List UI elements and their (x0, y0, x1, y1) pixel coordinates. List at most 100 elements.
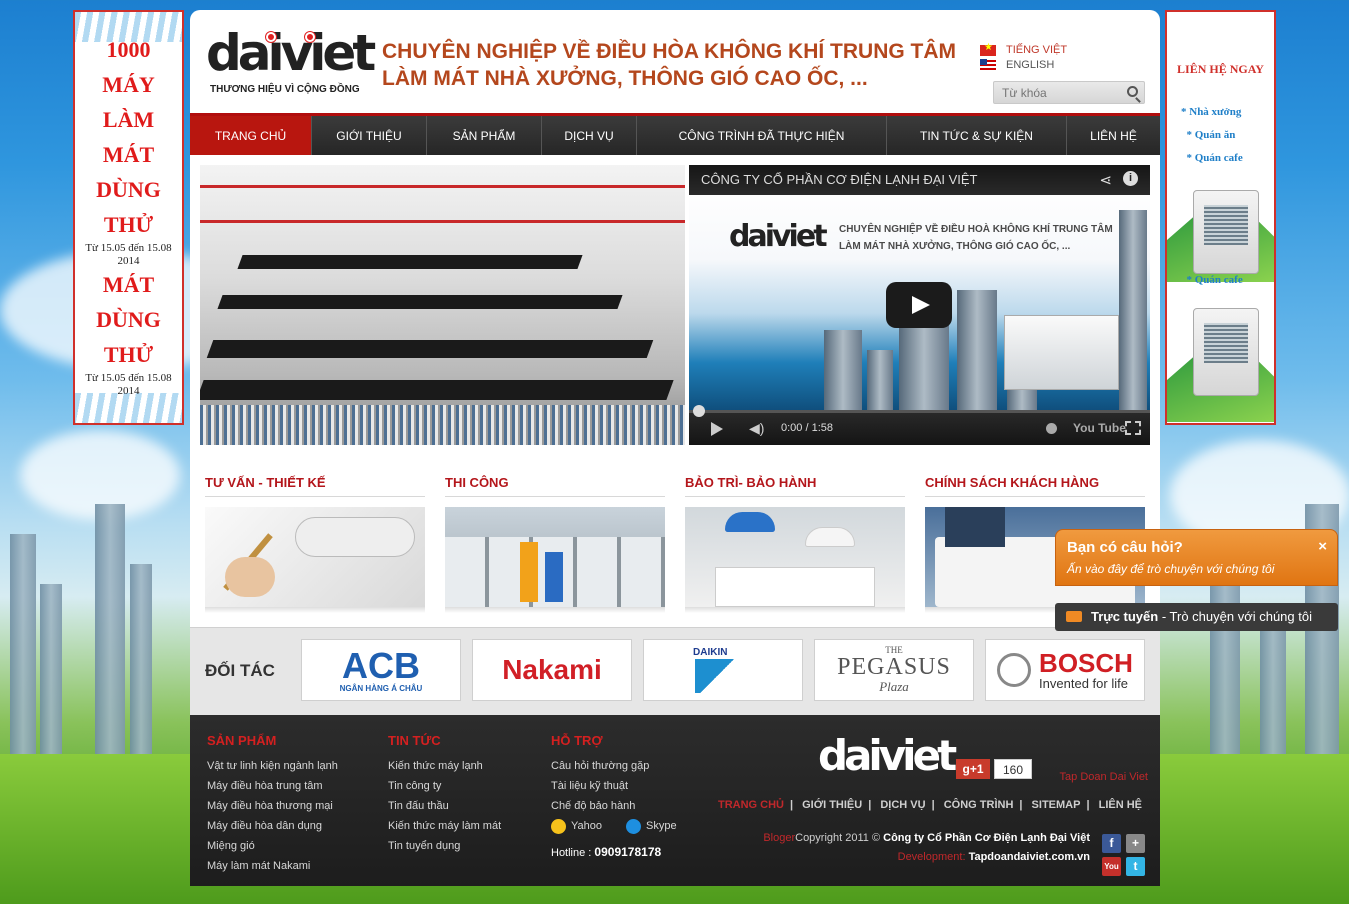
dev-site[interactable]: Tapdoandaiviet.com.vn (969, 851, 1090, 863)
lang-vietnamese[interactable]: TIẾNG VIỆT (980, 42, 1067, 56)
promo-date: Từ 15.05 đến 15.08 2014 (85, 372, 172, 397)
contact-banner-right[interactable]: LIÊN HỆ NGAY * Nhà xưởng * Quán ăn * Quá… (1165, 10, 1276, 425)
partner-bosch[interactable]: BOSCH Invented for life (985, 639, 1145, 701)
clock-icon[interactable] (1046, 423, 1057, 434)
nav-services[interactable]: DỊCH VỤ (542, 116, 637, 155)
footer-link[interactable]: Kiến thức máy làm mát (388, 816, 501, 836)
play-small-icon[interactable] (711, 422, 723, 436)
footer-logo[interactable]: daiviet (818, 731, 957, 780)
play-button[interactable] (886, 282, 952, 328)
service-maintenance[interactable]: BẢO TRÌ- BẢO HÀNH (685, 475, 905, 613)
image-shadow (685, 607, 905, 613)
partner-daikin[interactable]: DAIKIN (643, 639, 803, 701)
close-icon[interactable]: × (1318, 538, 1327, 555)
footer-link[interactable]: Câu hỏi thường gặp (551, 756, 677, 776)
volume-icon[interactable]: ◀) (749, 420, 764, 437)
bosch-emblem-icon (997, 653, 1032, 687)
nav-projects[interactable]: CÔNG TRÌNH ĐÃ THỰC HIỆN (637, 116, 887, 155)
video-title-bar: CÔNG TY CỔ PHẦN CƠ ĐIỆN LẠNH ĐẠI VIỆT ⋖ … (689, 165, 1150, 195)
skype-link[interactable]: Skype (646, 816, 677, 836)
footer-nav-projects[interactable]: CÔNG TRÌNH (938, 799, 1020, 811)
footer-link[interactable]: Vật tư linh kiện ngành lạnh (207, 756, 338, 776)
footer-link[interactable]: Máy điều hòa thương mại (207, 796, 338, 816)
development-credit: Development: Tapdoandaiviet.com.vn (898, 851, 1090, 863)
footer-link[interactable]: Tin tuyển dụng (388, 836, 501, 856)
skype-icon[interactable] (626, 818, 641, 834)
footer-link[interactable]: Miệng gió (207, 836, 338, 856)
nav-contact[interactable]: LIÊN HỆ (1067, 116, 1160, 155)
hvac-duct (217, 295, 623, 309)
contact-item[interactable]: * Quán cafe (1181, 152, 1243, 175)
city-building (10, 534, 36, 764)
contact-item[interactable]: * Nhà xưởng (1181, 106, 1243, 129)
footer-link[interactable]: Tin công ty (388, 776, 501, 796)
footer-nav-sitemap[interactable]: SITEMAP (1026, 799, 1087, 811)
skyscraper (957, 290, 997, 410)
progress-knob[interactable] (693, 405, 705, 417)
nav-products[interactable]: SẢN PHẨM (427, 116, 542, 155)
hotline-number[interactable]: 0909178178 (594, 845, 661, 859)
youtube-icon[interactable]: You (1102, 857, 1121, 876)
partner-acb[interactable]: ACB NGÂN HÀNG Á CHÂU (301, 639, 461, 701)
promo-banner-left[interactable]: 1000 MÁY LÀM MÁT DÙNG THỬ Từ 15.05 đến 1… (73, 10, 184, 425)
service-construction[interactable]: THI CÔNG (445, 475, 665, 613)
youtube-logo[interactable]: You Tube (1073, 421, 1126, 435)
nav-about[interactable]: GIỚI THIỆU (312, 116, 427, 155)
lang-english[interactable]: ENGLISH (980, 59, 1054, 71)
search-input[interactable] (994, 82, 1114, 103)
site-logo[interactable]: daiviet THƯƠNG HIỆU VÌ CỘNG ĐỒNG (206, 28, 376, 95)
add-icon[interactable]: + (1126, 834, 1145, 853)
nav-news[interactable]: TIN TỨC & SỰ KIỆN (887, 116, 1067, 155)
footer-link[interactable]: Máy điều hòa dân dụng (207, 816, 338, 836)
promo-text: 1000 MÁY LÀM MÁT DÙNG THỬ Từ 15.05 đến 1… (75, 32, 182, 268)
footer-link[interactable]: Tin đấu thầu (388, 796, 501, 816)
promo-line: MÁY (102, 72, 155, 97)
share-icon[interactable]: ⋖ (1099, 171, 1112, 189)
worker (520, 542, 538, 602)
site-footer: SẢN PHẨM Vật tư linh kiện ngành lạnh Máy… (190, 715, 1160, 886)
google-plus-button[interactable]: g+1 160 (956, 759, 1032, 779)
footer-nav-services[interactable]: DỊCH VỤ (874, 799, 931, 811)
facebook-icon[interactable]: f (1102, 834, 1121, 853)
footer-nav-contact[interactable]: LIÊN HỆ (1093, 799, 1148, 811)
search-icon[interactable] (1127, 86, 1138, 97)
footer-nav-home[interactable]: TRANG CHỦ (712, 799, 790, 811)
youtube-video-player[interactable]: CÔNG TY CỔ PHẦN CƠ ĐIỆN LẠNH ĐẠI VIỆT ⋖ … (689, 165, 1150, 445)
hero-slideshow-image[interactable] (200, 165, 685, 445)
info-icon[interactable]: i (1123, 171, 1138, 186)
footer-link[interactable]: Kiến thức máy lạnh (388, 756, 501, 776)
group-link[interactable]: Tap Doan Dai Viet (1060, 771, 1148, 783)
chat-invite-box[interactable]: Bạn có câu hỏi? Ấn vào đây để trò chuyện… (1055, 529, 1338, 586)
footer-link[interactable]: Tài liệu kỹ thuật (551, 776, 677, 796)
acb-logo: ACB (342, 644, 420, 686)
logo-tagline: THƯƠNG HIỆU VÌ CỘNG ĐỒNG (210, 84, 360, 95)
logo-dot (305, 32, 315, 42)
skyscraper (824, 330, 862, 410)
city-building (40, 584, 62, 764)
yahoo-icon[interactable] (551, 818, 566, 834)
footer-link[interactable]: Chế độ bảo hành (551, 796, 677, 816)
partner-nakami[interactable]: Nakami (472, 639, 632, 701)
yahoo-link[interactable]: Yahoo (571, 816, 602, 836)
bloger-label[interactable]: Bloger (763, 832, 795, 844)
google-plus-icon[interactable]: g+1 (956, 759, 990, 779)
vietnam-flag-icon (980, 42, 996, 56)
logo-dot (266, 32, 276, 42)
service-consulting[interactable]: TƯ VẤN - THIẾT KẾ (205, 475, 425, 613)
chat-online-bar[interactable]: Trực tuyến - Trò chuyện với chúng tôi (1055, 603, 1338, 631)
footer-nav-about[interactable]: GIỚI THIỆU (796, 799, 868, 811)
blue-hardhat (725, 512, 775, 532)
contact-title: LIÊN HỆ NGAY (1177, 62, 1264, 76)
contact-item[interactable]: * Quán ăn (1181, 129, 1243, 152)
fullscreen-icon[interactable] (1125, 421, 1141, 435)
footer-link[interactable]: Máy điều hòa trung tâm (207, 776, 338, 796)
twitter-icon[interactable]: t (1126, 857, 1145, 876)
lang-label: ENGLISH (1006, 58, 1055, 71)
video-progress-bar[interactable] (689, 405, 1150, 417)
partner-pegasus[interactable]: THE PEGASUS Plaza (814, 639, 974, 701)
video-thumbnail: daiviet CHUYÊN NGHIỆP VỀ ĐIỀU HOÀ KHÔNG … (689, 195, 1150, 410)
contact-item[interactable]: * Quán cafe (1181, 274, 1243, 297)
footer-link[interactable]: Máy làm mát Nakami (207, 856, 338, 876)
chat-bubble-icon (1066, 611, 1082, 622)
nav-home[interactable]: TRANG CHỦ (190, 116, 312, 155)
